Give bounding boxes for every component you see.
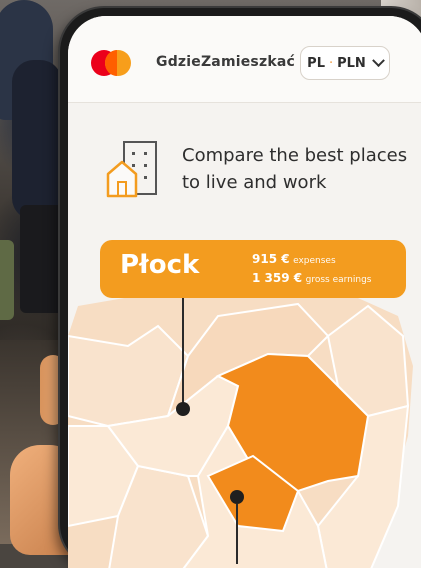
- expenses-value: 915 €: [252, 252, 290, 266]
- phone-device: GdzieZamieszkać PL · PLN Compare the bes…: [60, 8, 421, 568]
- hero-tagline: Compare the best places to live and work: [182, 145, 408, 193]
- phone-screen: GdzieZamieszkać PL · PLN Compare the bes…: [68, 16, 421, 568]
- brand-name: GdzieZamieszkać: [156, 54, 295, 70]
- separator: ·: [328, 55, 334, 71]
- background-suitcase: [20, 205, 64, 313]
- earnings-label: gross earnings: [305, 275, 372, 285]
- city-info-callout[interactable]: Płock 915 € expenses 1 359 € gross earni…: [100, 240, 406, 298]
- location-marker[interactable]: [176, 402, 190, 416]
- mastercard-logo-icon[interactable]: [91, 50, 137, 78]
- earnings-stat: 1 359 € gross earnings: [252, 271, 371, 285]
- location-marker[interactable]: [230, 490, 244, 504]
- language-code: PL: [307, 55, 325, 71]
- city-buildings-icon: [106, 141, 157, 198]
- earnings-value: 1 359 €: [252, 271, 303, 285]
- expenses-label: expenses: [293, 256, 336, 266]
- city-name: Płock: [120, 250, 200, 280]
- currency-code: PLN: [337, 55, 366, 71]
- background-person: [12, 60, 62, 220]
- language-currency-selector[interactable]: PL · PLN: [300, 46, 390, 80]
- app-header: GdzieZamieszkać PL · PLN: [68, 16, 421, 103]
- expenses-stat: 915 € expenses: [252, 252, 336, 266]
- background-bag: [0, 240, 14, 320]
- callout-pointer: [236, 504, 238, 564]
- poland-regions-map[interactable]: [68, 276, 421, 568]
- callout-pointer: [182, 298, 184, 408]
- chevron-down-icon: [371, 53, 385, 67]
